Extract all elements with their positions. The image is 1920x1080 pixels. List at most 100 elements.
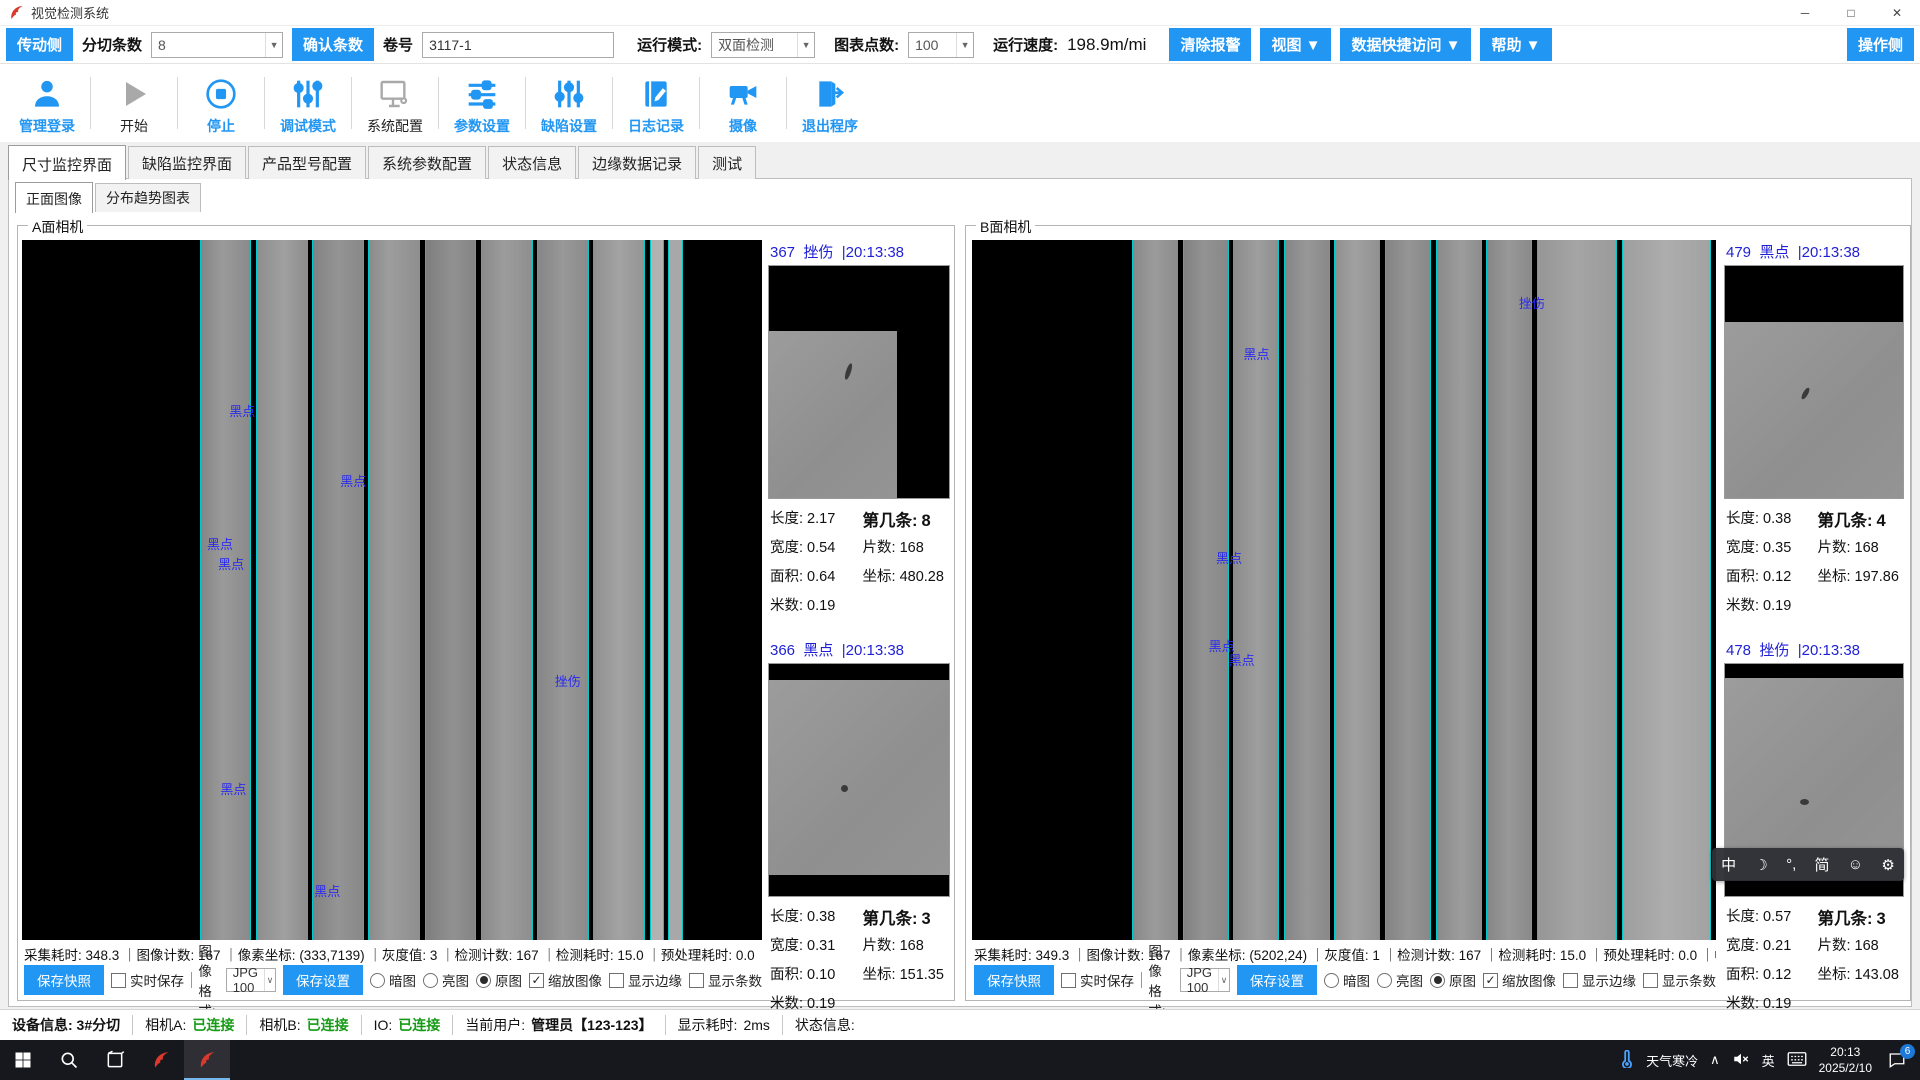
tool-manage-login[interactable]: 管理登录: [4, 70, 90, 136]
defect-card[interactable]: 367 挫伤 |20:13:38 长度:2.17 宽度:0.54 面积:0.64…: [768, 240, 950, 625]
save-settings-button[interactable]: 保存设置: [1237, 965, 1317, 995]
confirm-count-button[interactable]: 确认条数: [292, 28, 374, 61]
dark-image-radio[interactable]: 暗图: [1324, 970, 1370, 990]
tab-size-monitor[interactable]: 尺寸监控界面: [8, 145, 126, 180]
tool-parameter-settings[interactable]: 参数设置: [439, 70, 525, 136]
tool-exit[interactable]: 退出程序: [787, 70, 873, 136]
original-image-radio[interactable]: 原图: [476, 970, 522, 990]
tool-label: 开始: [120, 116, 148, 136]
speaker-muted-icon[interactable]: [1732, 1050, 1750, 1071]
tab-defect-monitor[interactable]: 缺陷监控界面: [128, 146, 246, 179]
tab-test[interactable]: 测试: [698, 146, 756, 179]
stat-value: 168: [900, 540, 924, 556]
defect-card[interactable]: 478 挫伤 |20:13:38 长度:0.57 宽度:0.21 面积:0.12…: [1724, 638, 1904, 1023]
taskbar-clock[interactable]: 20:13 2025/2/10: [1819, 1044, 1872, 1076]
bright-image-radio[interactable]: 亮图: [1377, 970, 1423, 990]
show-strips-checkbox[interactable]: 显示条数: [689, 970, 762, 990]
tab-front-image[interactable]: 正面图像: [15, 182, 93, 213]
notification-center-icon[interactable]: 6: [1884, 1047, 1910, 1073]
defect-stats: 长度:0.38 宽度:0.31 面积:0.10 米数:0.19 第几条:3 片数…: [768, 897, 950, 1023]
bright-image-radio[interactable]: 亮图: [423, 970, 469, 990]
tool-capture[interactable]: 摄像: [700, 70, 786, 136]
start-button[interactable]: [0, 1040, 46, 1080]
operation-side-button[interactable]: 操作侧: [1847, 28, 1914, 61]
thermometer-icon[interactable]: [1620, 1050, 1634, 1071]
image-format-select[interactable]: JPG 100 ∨: [1180, 968, 1230, 992]
radio-checked-icon: [1430, 973, 1445, 988]
tool-label: 日志记录: [628, 116, 684, 136]
tab-system-param-config[interactable]: 系统参数配置: [368, 146, 486, 179]
tab-product-model-config[interactable]: 产品型号配置: [248, 146, 366, 179]
transmission-side-button[interactable]: 传动侧: [6, 28, 73, 61]
camera-a-defect-list: 367 挫伤 |20:13:38 长度:2.17 宽度:0.54 面积:0.64…: [768, 240, 950, 1036]
save-snapshot-button[interactable]: 保存快照: [24, 965, 104, 995]
minimize-button[interactable]: ─: [1782, 0, 1828, 25]
stat-label: 面积:: [770, 569, 803, 585]
tool-defect-settings[interactable]: 缺陷设置: [526, 70, 612, 136]
realtime-save-checkbox[interactable]: 实时保存: [111, 970, 184, 990]
strip-count-select[interactable]: 8 ▼: [151, 32, 283, 58]
defect-thumbnail[interactable]: [1724, 265, 1904, 499]
zoom-image-checkbox[interactable]: ✓缩放图像: [1483, 970, 1556, 990]
zoom-image-checkbox[interactable]: ✓缩放图像: [529, 970, 602, 990]
save-settings-button[interactable]: 保存设置: [283, 965, 363, 995]
save-snapshot-button[interactable]: 保存快照: [974, 965, 1054, 995]
tool-debug-mode[interactable]: 调试模式: [265, 70, 351, 136]
realtime-save-checkbox[interactable]: 实时保存: [1061, 970, 1134, 990]
chart-points-value: 100: [915, 37, 938, 53]
view-menu-button[interactable]: 视图 ▼: [1260, 28, 1331, 61]
dark-image-radio[interactable]: 暗图: [370, 970, 416, 990]
strip: [537, 240, 589, 940]
ime-punctuation-toggle[interactable]: °,: [1784, 856, 1798, 873]
run-mode-select[interactable]: 双面检测 ▼: [711, 32, 815, 58]
camera-a-image[interactable]: 黑点 黑点 黑点 黑点 挫伤 黑点 黑点: [22, 240, 762, 940]
roll-input[interactable]: [422, 32, 614, 58]
search-icon[interactable]: [46, 1040, 92, 1080]
show-edge-checkbox[interactable]: 显示边缘: [1563, 970, 1636, 990]
tool-system-config[interactable]: 系统配置: [352, 70, 438, 136]
ime-settings-gear-icon[interactable]: ⚙: [1879, 856, 1896, 874]
close-button[interactable]: ✕: [1874, 0, 1920, 25]
data-quick-access-button[interactable]: 数据快捷访问 ▼: [1340, 28, 1471, 61]
ime-simplified-toggle[interactable]: 简: [1813, 854, 1832, 875]
stat-label: 长度:: [1726, 511, 1759, 527]
main-toolbar: 传动侧 分切条数 8 ▼ 确认条数 卷号 运行模式: 双面检测 ▼ 图表点数: …: [0, 26, 1920, 64]
chart-points-select[interactable]: 100 ▼: [908, 32, 974, 58]
clear-alarm-button[interactable]: 清除报警: [1169, 28, 1251, 61]
tool-log-record[interactable]: 日志记录: [613, 70, 699, 136]
language-indicator[interactable]: 英: [1762, 1051, 1775, 1070]
tool-stop[interactable]: 停止: [178, 70, 264, 136]
tab-trend-chart[interactable]: 分布趋势图表: [95, 183, 201, 212]
tab-status-info[interactable]: 状态信息: [488, 146, 576, 179]
original-image-radio[interactable]: 原图: [1430, 970, 1476, 990]
help-menu-button[interactable]: 帮助 ▼: [1480, 28, 1551, 61]
strip: [1284, 240, 1330, 940]
task-view-icon[interactable]: [92, 1040, 138, 1080]
defect-card-header: 479 黑点 |20:13:38: [1724, 240, 1904, 265]
ime-emoji-icon[interactable]: ☺: [1846, 856, 1865, 873]
tool-start[interactable]: 开始: [91, 70, 177, 136]
image-format-select[interactable]: JPG 100 ∨: [226, 968, 276, 992]
ime-chinese-toggle[interactable]: 中: [1719, 854, 1738, 875]
weather-text[interactable]: 天气寒冷: [1646, 1051, 1698, 1070]
tray-expand-caret[interactable]: ∧: [1710, 1052, 1720, 1068]
pinned-app-icon[interactable]: [138, 1040, 184, 1080]
running-app-icon[interactable]: [184, 1040, 230, 1080]
camera-b-image[interactable]: 挫伤 黑点 黑点 黑点 黑点: [972, 240, 1716, 940]
touch-keyboard-icon[interactable]: [1787, 1051, 1807, 1070]
tab-edge-data-record[interactable]: 边缘数据记录: [578, 146, 696, 179]
show-edge-checkbox[interactable]: 显示边缘: [609, 970, 682, 990]
defect-thumbnail[interactable]: [768, 663, 950, 897]
defect-card[interactable]: 479 黑点 |20:13:38 长度:0.38 宽度:0.35 面积:0.12…: [1724, 240, 1904, 625]
radio-icon: [423, 973, 438, 988]
radio-label: 亮图: [1396, 970, 1423, 990]
display-time-value: 2ms: [743, 1017, 769, 1033]
maximize-button[interactable]: □: [1828, 0, 1874, 25]
defect-card-header: 367 挫伤 |20:13:38: [768, 240, 950, 265]
camera-b-status: 相机B:已连接: [247, 1015, 360, 1035]
show-strips-checkbox[interactable]: 显示条数: [1643, 970, 1716, 990]
ime-moon-icon[interactable]: ☽: [1752, 856, 1769, 874]
defect-card[interactable]: 366 黑点 |20:13:38 长度:0.38 宽度:0.31 面积:0.10…: [768, 638, 950, 1023]
defect-thumbnail[interactable]: [768, 265, 950, 499]
io-status-value: 已连接: [398, 1015, 440, 1035]
